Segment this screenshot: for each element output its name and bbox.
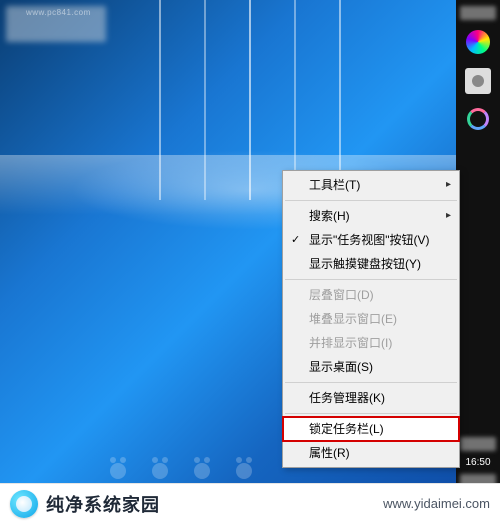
menu-separator bbox=[285, 382, 457, 383]
footer-logo-icon bbox=[10, 490, 38, 518]
menu-separator bbox=[285, 200, 457, 201]
taskbar-vertical[interactable]: 16:50 bbox=[456, 0, 500, 490]
color-wheel-icon[interactable] bbox=[466, 30, 490, 54]
avatar-icon[interactable] bbox=[465, 68, 491, 94]
ring-icon[interactable] bbox=[467, 108, 489, 130]
menu-show-desktop[interactable]: 显示桌面(S) bbox=[283, 355, 459, 379]
menu-toolbars[interactable]: 工具栏(T) bbox=[283, 173, 459, 197]
watermark-footer: 纯净系统家园 www.yidaimei.com bbox=[0, 483, 500, 523]
taskbar-clock[interactable]: 16:50 bbox=[465, 453, 490, 472]
source-hint: www.pc841.com bbox=[26, 8, 91, 17]
desktop: www.pc841.com 16:50 工具栏(T) 搜索(H) 显示"任务视图… bbox=[0, 0, 500, 523]
taskbar-context-menu: 工具栏(T) 搜索(H) 显示"任务视图"按钮(V) 显示触摸键盘按钮(Y) 层… bbox=[282, 170, 460, 468]
watermark-paws bbox=[110, 463, 252, 479]
menu-cascade: 层叠窗口(D) bbox=[283, 283, 459, 307]
menu-show-taskview[interactable]: 显示"任务视图"按钮(V) bbox=[283, 228, 459, 252]
footer-url: www.yidaimei.com bbox=[383, 496, 490, 511]
taskbar-blur-tray bbox=[460, 437, 496, 451]
menu-separator bbox=[285, 279, 457, 280]
menu-separator bbox=[285, 413, 457, 414]
menu-search[interactable]: 搜索(H) bbox=[283, 204, 459, 228]
menu-properties[interactable]: 属性(R) bbox=[283, 441, 459, 465]
menu-show-touch-keyboard[interactable]: 显示触摸键盘按钮(Y) bbox=[283, 252, 459, 276]
taskbar-blur-top bbox=[460, 6, 496, 20]
menu-task-manager[interactable]: 任务管理器(K) bbox=[283, 386, 459, 410]
menu-lock-taskbar[interactable]: 锁定任务栏(L) bbox=[283, 417, 459, 441]
footer-title: 纯净系统家园 bbox=[46, 491, 160, 517]
menu-side-by-side: 并排显示窗口(I) bbox=[283, 331, 459, 355]
menu-stack: 堆叠显示窗口(E) bbox=[283, 307, 459, 331]
